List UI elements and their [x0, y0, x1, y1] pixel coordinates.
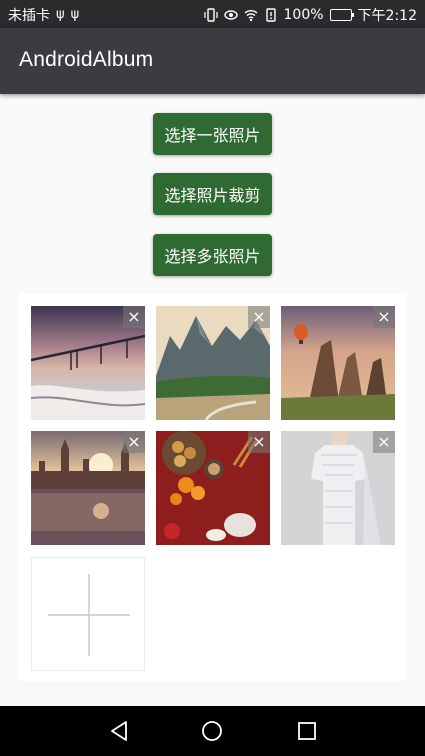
remove-photo-button[interactable]: ×	[373, 306, 395, 328]
photo-tile[interactable]: ×	[31, 431, 145, 545]
battery-icon	[329, 9, 354, 21]
clock: 下午2:12	[357, 8, 417, 24]
photo-tile[interactable]: ×	[31, 306, 145, 420]
remove-photo-button[interactable]: ×	[248, 306, 270, 328]
status-left: 未插卡 ψ ψ	[8, 5, 79, 25]
remove-photo-button[interactable]: ×	[123, 431, 145, 453]
eye-icon	[223, 10, 238, 20]
home-icon[interactable]	[197, 716, 227, 746]
photo-tile[interactable]: ×	[281, 306, 395, 420]
photo-tile[interactable]: ×	[156, 306, 270, 420]
page-title: AndroidAlbum	[19, 48, 154, 71]
battery-percent: 100%	[283, 7, 324, 23]
add-photo-button[interactable]	[31, 557, 145, 671]
carrier-label: 未插卡	[8, 8, 50, 24]
app-bar: AndroidAlbum	[0, 28, 425, 94]
recent-apps-icon[interactable]	[292, 716, 322, 746]
remove-photo-button[interactable]: ×	[373, 431, 395, 453]
sim-alert-icon	[265, 8, 276, 22]
status-bar: 未插卡 ψ ψ 100% 下午2:12	[0, 0, 425, 28]
usb-icon: ψ	[56, 7, 65, 22]
photo-tile[interactable]: ×	[156, 431, 270, 545]
back-icon[interactable]	[104, 716, 134, 746]
navigation-bar	[0, 706, 425, 756]
select-crop-photo-button[interactable]: 选择照片裁剪	[153, 173, 272, 215]
usb-icon-2: ψ	[70, 7, 80, 22]
remove-photo-button[interactable]: ×	[248, 431, 270, 453]
photo-tile[interactable]: ×	[281, 431, 395, 545]
remove-photo-button[interactable]: ×	[123, 306, 145, 328]
wifi-icon	[244, 10, 257, 22]
select-one-photo-button[interactable]: 选择一张照片	[153, 113, 272, 155]
status-right: 100% 下午2:12	[203, 5, 417, 25]
plus-icon	[48, 574, 130, 656]
select-multiple-photos-button[interactable]: 选择多张照片	[153, 234, 272, 276]
photo-grid: × × × × × ×	[19, 293, 406, 681]
vibrate-icon	[203, 8, 218, 22]
